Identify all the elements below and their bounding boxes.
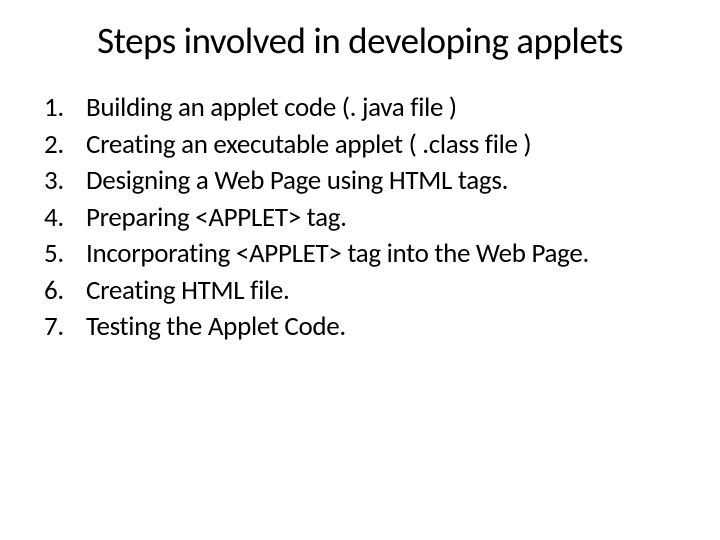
list-item: Testing the Applet Code. [44,310,690,345]
list-item: Creating HTML file. [44,274,690,309]
list-item: Creating an executable applet ( .class f… [44,128,690,163]
list-item: Building an applet code (. java file ) [44,91,690,126]
list-item: Preparing <APPLET> tag. [44,201,690,236]
list-item: Designing a Web Page using HTML tags. [44,164,690,199]
steps-list: Building an applet code (. java file ) C… [30,91,690,345]
list-item: Incorporating <APPLET> tag into the Web … [44,237,690,272]
slide-title: Steps involved in developing applets [30,18,690,63]
